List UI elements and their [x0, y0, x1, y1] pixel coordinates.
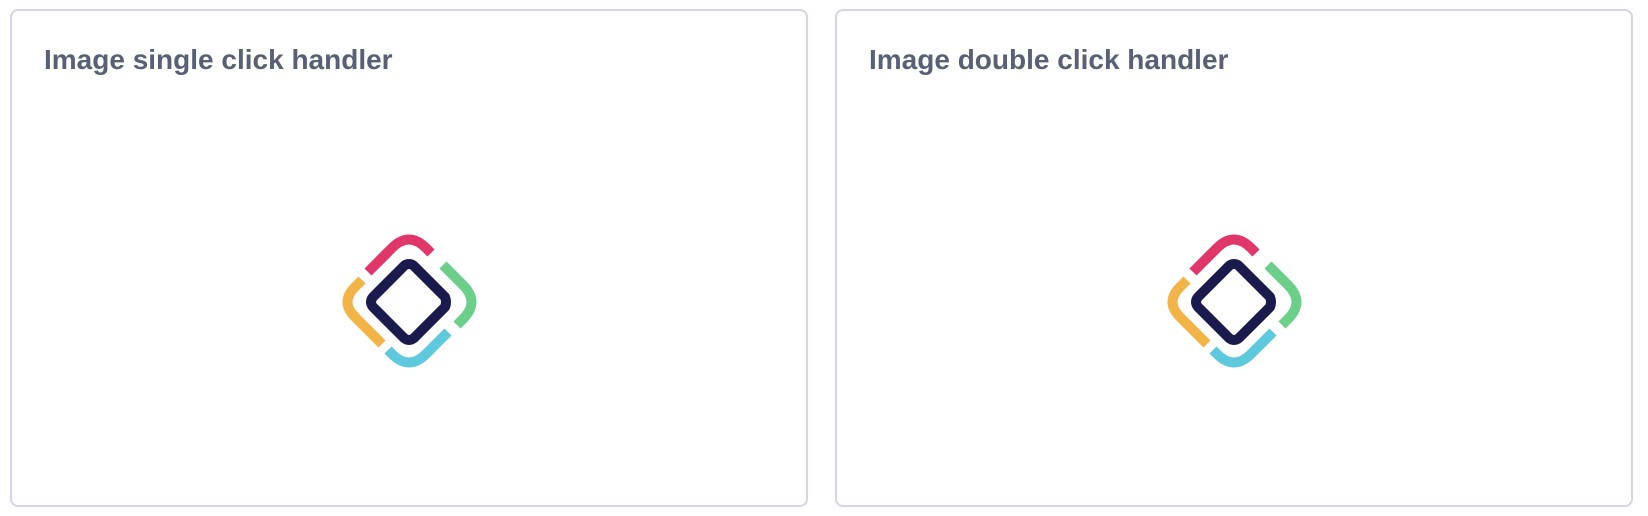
double-click-card: Image double click handler: [835, 9, 1633, 507]
double-click-image[interactable]: [839, 101, 1629, 503]
diamond-logo-icon[interactable]: [339, 232, 479, 372]
single-click-image[interactable]: [14, 101, 804, 503]
single-click-card: Image single click handler: [10, 9, 808, 507]
diamond-logo-icon[interactable]: [1164, 232, 1304, 372]
card-title: Image double click handler: [869, 44, 1229, 75]
card-title: Image single click handler: [44, 44, 393, 75]
